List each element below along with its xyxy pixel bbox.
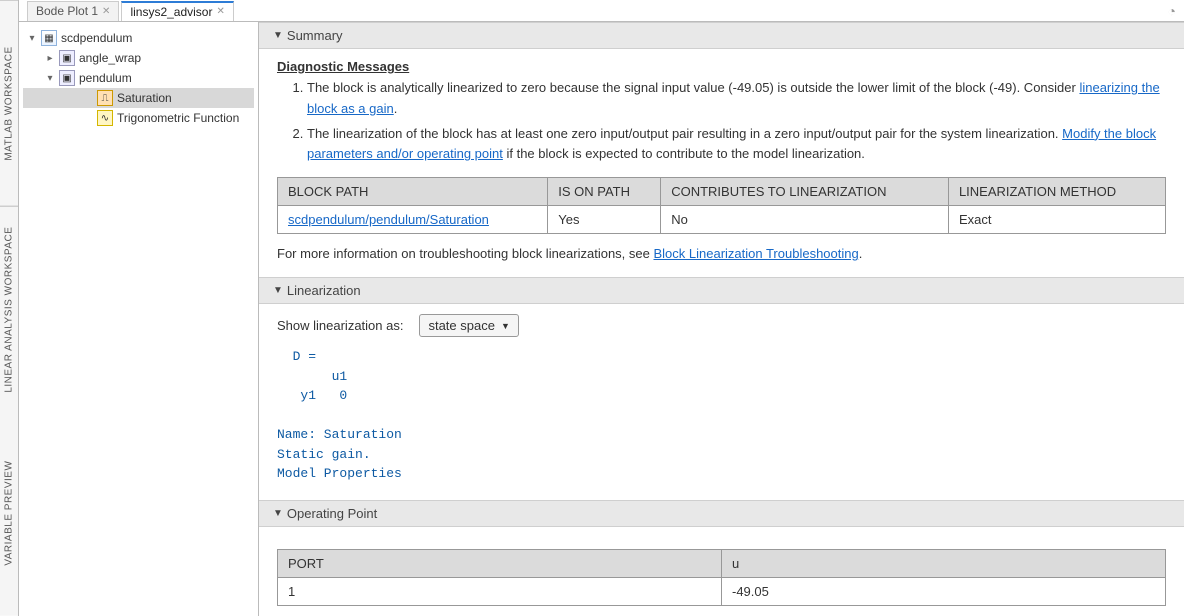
- cell-u: -49.05: [722, 577, 1166, 605]
- tab-linsys2-advisor[interactable]: linsys2_advisor ✕: [121, 1, 233, 21]
- diag-text: The linearization of the block has at le…: [307, 126, 1062, 141]
- vtab-linear-workspace[interactable]: LINEAR ANALYSIS WORKSPACE: [0, 206, 18, 412]
- diagnostic-item: The linearization of the block has at le…: [307, 124, 1166, 166]
- close-icon[interactable]: ✕: [102, 6, 110, 17]
- section-title: Summary: [287, 28, 343, 43]
- vertical-tabbar: MATLAB WORKSPACE LINEAR ANALYSIS WORKSPA…: [0, 0, 19, 616]
- section-title: Operating Point: [287, 506, 377, 521]
- tree-trig-function[interactable]: ∿ Trigonometric Function: [23, 108, 254, 128]
- cell-method: Exact: [948, 206, 1165, 234]
- table-row: scdpendulum/pendulum/Saturation Yes No E…: [278, 206, 1166, 234]
- diagnostic-list: The block is analytically linearized to …: [277, 78, 1166, 165]
- vtab-variable-preview[interactable]: VARIABLE PREVIEW: [0, 411, 18, 616]
- collapse-icon[interactable]: ▾: [27, 33, 37, 44]
- linearization-format-dropdown[interactable]: state space ▼: [419, 314, 518, 337]
- tree-angle-wrap[interactable]: ▸ ▣ angle_wrap: [23, 48, 254, 68]
- model-tree: ▾ ▦ scdpendulum ▸ ▣ angle_wrap ▾ ▣ pendu…: [19, 22, 259, 616]
- diag-text: .: [394, 101, 398, 116]
- tab-label: linsys2_advisor: [130, 5, 212, 19]
- th-block-path: BLOCK PATH: [278, 178, 548, 206]
- subsystem-icon: ▣: [59, 50, 75, 66]
- collapse-icon: ▼: [273, 508, 283, 519]
- tree-label: Trigonometric Function: [117, 111, 239, 125]
- th-u: u: [722, 549, 1166, 577]
- expand-icon[interactable]: ▸: [45, 53, 55, 64]
- section-linearization-body: Show linearization as: state space ▼ D =…: [259, 304, 1184, 500]
- operating-point-table: PORT u 1 -49.05: [277, 549, 1166, 606]
- table-row: 1 -49.05: [278, 577, 1166, 605]
- trig-icon: ∿: [97, 110, 113, 126]
- cell-port: 1: [278, 577, 722, 605]
- th-method: LINEARIZATION METHOD: [948, 178, 1165, 206]
- tree-label: Saturation: [117, 91, 172, 105]
- block-summary-table: BLOCK PATH IS ON PATH CONTRIBUTES TO LIN…: [277, 177, 1166, 234]
- collapse-icon: ▼: [273, 285, 283, 296]
- section-summary-header[interactable]: ▼ Summary: [259, 22, 1184, 49]
- collapse-icon[interactable]: ▾: [45, 73, 55, 84]
- tab-bode-plot[interactable]: Bode Plot 1 ✕: [27, 1, 119, 21]
- th-on-path: IS ON PATH: [548, 178, 661, 206]
- chevron-down-icon: ▼: [501, 321, 510, 331]
- show-as-label: Show linearization as:: [277, 318, 403, 333]
- th-contributes: CONTRIBUTES TO LINEARIZATION: [661, 178, 949, 206]
- tree-pendulum[interactable]: ▾ ▣ pendulum: [23, 68, 254, 88]
- cell-on-path: Yes: [548, 206, 661, 234]
- model-icon: ▦: [41, 30, 57, 46]
- collapse-icon: ▼: [273, 30, 283, 41]
- troubleshooting-link[interactable]: Block Linearization Troubleshooting: [653, 246, 858, 261]
- tree-label: angle_wrap: [79, 51, 141, 65]
- section-operating-point-body: PORT u 1 -49.05: [259, 527, 1184, 616]
- subsystem-icon: ▣: [59, 70, 75, 86]
- section-summary-body: Diagnostic Messages The block is analyti…: [259, 49, 1184, 277]
- diagnostic-heading: Diagnostic Messages: [277, 59, 1166, 74]
- section-title: Linearization: [287, 283, 361, 298]
- more-info-text: .: [859, 246, 863, 261]
- more-info: For more information on troubleshooting …: [277, 246, 1166, 261]
- tabbar: Bode Plot 1 ✕ linsys2_advisor ✕ ◔: [19, 0, 1184, 22]
- content-panel: ▼ Summary Diagnostic Messages The block …: [259, 22, 1184, 616]
- cell-contributes: No: [661, 206, 949, 234]
- vtab-matlab-workspace[interactable]: MATLAB WORKSPACE: [0, 0, 18, 206]
- more-info-text: For more information on troubleshooting …: [277, 246, 653, 261]
- section-linearization-header[interactable]: ▼ Linearization: [259, 277, 1184, 304]
- linearization-output: D = u1 y1 0 Name: Saturation Static gain…: [277, 347, 1166, 484]
- diagnostic-item: The block is analytically linearized to …: [307, 78, 1166, 120]
- section-operating-point-header[interactable]: ▼ Operating Point: [259, 500, 1184, 527]
- block-path-link[interactable]: scdpendulum/pendulum/Saturation: [288, 212, 489, 227]
- tree-label: scdpendulum: [61, 31, 132, 45]
- th-port: PORT: [278, 549, 722, 577]
- diag-text: The block is analytically linearized to …: [307, 80, 1079, 95]
- dropdown-value: state space: [428, 318, 495, 333]
- gear-icon[interactable]: ◔: [1168, 3, 1176, 19]
- diag-text: if the block is expected to contribute t…: [503, 146, 865, 161]
- tab-label: Bode Plot 1: [36, 4, 98, 18]
- tree-root[interactable]: ▾ ▦ scdpendulum: [23, 28, 254, 48]
- tree-saturation[interactable]: ⎍ Saturation: [23, 88, 254, 108]
- close-icon[interactable]: ✕: [216, 6, 224, 17]
- tree-label: pendulum: [79, 71, 132, 85]
- saturation-icon: ⎍: [97, 90, 113, 106]
